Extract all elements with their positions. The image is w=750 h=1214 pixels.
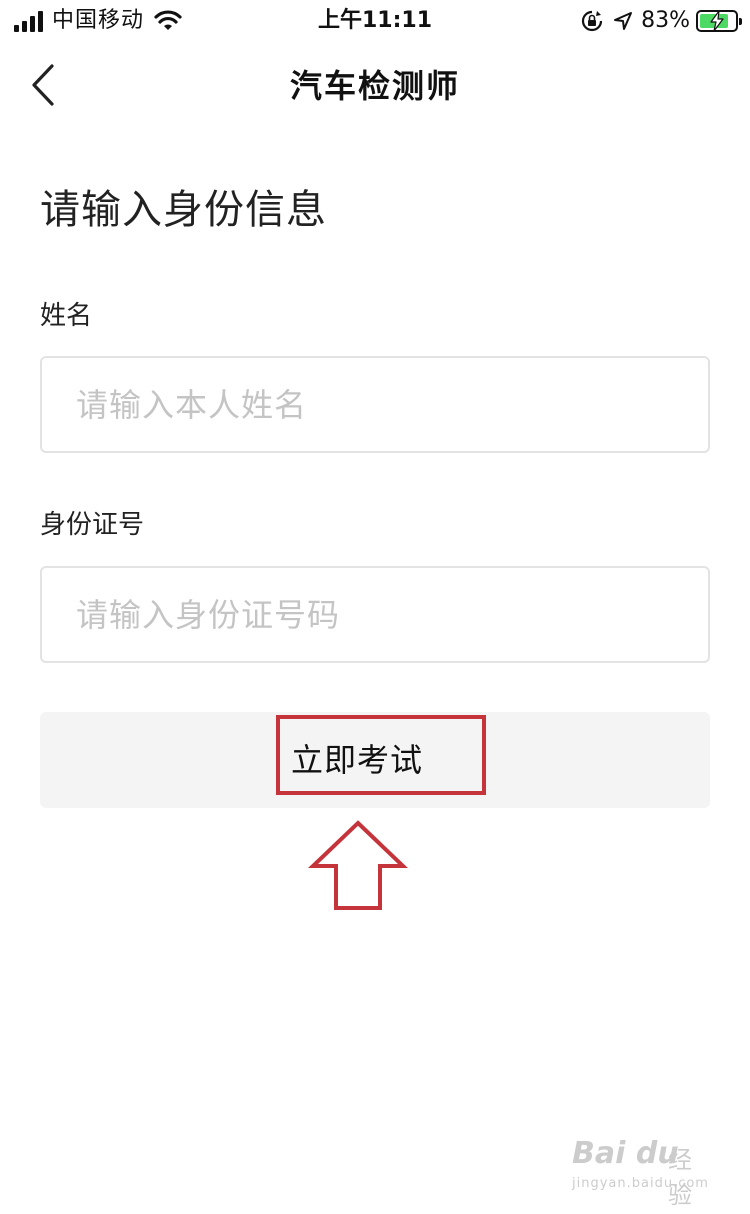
up-arrow-outline-icon: [308, 820, 408, 910]
battery-percent: 83%: [641, 8, 690, 33]
id-label: 身份证号: [40, 510, 145, 540]
screen: 中国移动 上午11:11 83% 汽车检测师 请输入身份信息 姓名 请输入本人姓…: [0, 0, 750, 1214]
watermark-logo: Bai du: [572, 1136, 679, 1171]
name-input[interactable]: [42, 358, 708, 451]
name-field-box: [40, 356, 710, 453]
watermark-text: 经验: [668, 1146, 692, 1209]
name-label: 姓名: [40, 301, 93, 331]
orientation-lock-icon: [582, 10, 603, 32]
baidu-watermark: Bai du 经验 jingyan.baidu.com: [572, 1130, 712, 1209]
page-heading: 请输入身份信息: [40, 187, 327, 233]
battery-cap: [739, 18, 742, 25]
id-field-box: [40, 566, 710, 663]
status-right: 83%: [581, 6, 742, 36]
watermark-url: jingyan.baidu.com: [572, 1176, 709, 1191]
location-icon: [614, 12, 633, 30]
status-bar: 中国移动 上午11:11 83%: [0, 0, 750, 42]
id-number-input[interactable]: [42, 568, 708, 661]
nav-title: 汽车检测师: [289, 67, 460, 105]
battery-icon: [696, 10, 742, 32]
charging-bolt-icon: [710, 11, 724, 31]
annotation-highlight-box: [276, 715, 486, 795]
